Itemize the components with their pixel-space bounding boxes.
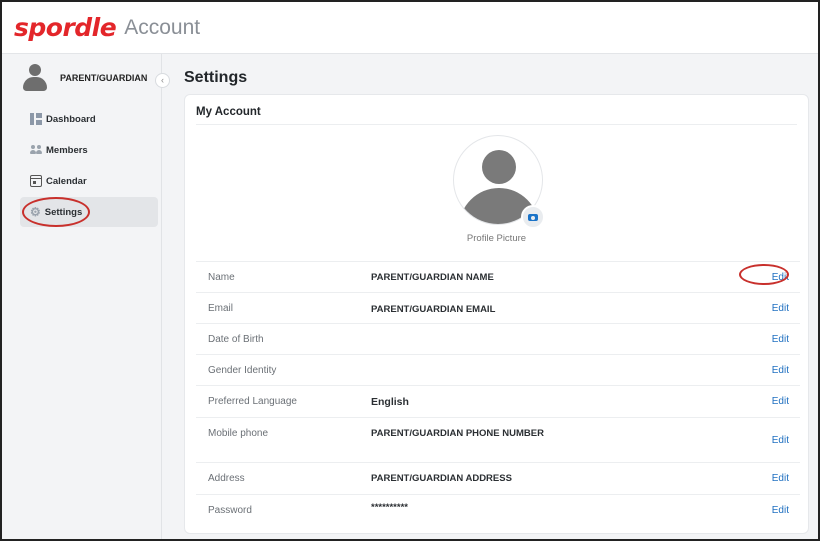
field-label: Name bbox=[208, 272, 235, 283]
field-label: Gender Identity bbox=[208, 365, 277, 376]
members-icon bbox=[30, 144, 42, 156]
field-row-address: Address PARENT/GUARDIAN ADDRESS Edit bbox=[196, 462, 800, 494]
divider bbox=[196, 124, 797, 125]
field-value: PARENT/GUARDIAN PHONE NUMBER bbox=[371, 428, 544, 439]
field-label: Password bbox=[208, 505, 252, 516]
field-value: PARENT/GUARDIAN EMAIL bbox=[371, 304, 496, 315]
change-photo-button[interactable] bbox=[521, 205, 545, 229]
dashboard-grid-icon bbox=[30, 113, 42, 125]
calendar-icon bbox=[30, 175, 42, 187]
sidebar-item-label: Calendar bbox=[46, 175, 87, 187]
edit-date-of-birth-link[interactable]: Edit bbox=[772, 334, 789, 345]
field-label: Address bbox=[208, 473, 245, 484]
user-name: PARENT/GUARDIAN bbox=[60, 73, 148, 83]
field-row-email: Email PARENT/GUARDIAN EMAIL Edit bbox=[196, 292, 800, 323]
field-label: Date of Birth bbox=[208, 334, 264, 345]
edit-preferred-language-link[interactable]: Edit bbox=[772, 396, 789, 407]
sidebar: PARENT/GUARDIAN Dashboard Members Calend… bbox=[2, 54, 162, 539]
page-title: Settings bbox=[184, 69, 248, 86]
field-label: Email bbox=[208, 303, 234, 314]
user-profile[interactable]: PARENT/GUARDIAN bbox=[22, 64, 147, 92]
field-row-name: Name PARENT/GUARDIAN NAME Edit bbox=[196, 261, 800, 292]
gear-icon: ⚙ bbox=[30, 205, 41, 219]
sidebar-item-settings[interactable]: ⚙ Settings bbox=[20, 197, 158, 227]
app-title: Account bbox=[124, 15, 201, 39]
collapse-sidebar-button[interactable]: ‹ bbox=[155, 73, 170, 88]
profile-picture-label: Profile Picture bbox=[466, 233, 527, 244]
camera-icon bbox=[528, 214, 538, 221]
app-window: spordle Account PARENT/GUARDIAN Dashboar… bbox=[0, 0, 820, 541]
sidebar-item-calendar[interactable]: Calendar bbox=[20, 166, 158, 196]
field-row-preferred-language: Preferred Language English Edit bbox=[196, 385, 800, 417]
edit-email-link[interactable]: Edit bbox=[772, 303, 789, 314]
my-account-card: My Account Profile Picture Name PARENT/G… bbox=[184, 94, 809, 534]
sidebar-item-members[interactable]: Members bbox=[20, 135, 158, 165]
sidebar-item-label: Members bbox=[46, 144, 88, 156]
field-row-mobile-phone: Mobile phone PARENT/GUARDIAN PHONE NUMBE… bbox=[196, 417, 800, 462]
sidebar-item-dashboard[interactable]: Dashboard bbox=[20, 104, 158, 134]
field-row-date-of-birth: Date of Birth Edit bbox=[196, 323, 800, 354]
edit-name-link[interactable]: Edit bbox=[772, 272, 789, 283]
edit-gender-identity-link[interactable]: Edit bbox=[772, 365, 789, 376]
top-bar: spordle Account bbox=[2, 2, 818, 54]
profile-avatar-icon bbox=[482, 150, 516, 184]
field-value: PARENT/GUARDIAN NAME bbox=[371, 272, 494, 283]
spordle-logo[interactable]: spordle bbox=[14, 13, 117, 42]
field-value: ********** bbox=[371, 502, 408, 513]
field-value: PARENT/GUARDIAN ADDRESS bbox=[371, 473, 512, 484]
field-row-password: Password ********** Edit bbox=[196, 494, 800, 527]
avatar-icon bbox=[22, 64, 48, 92]
card-title: My Account bbox=[196, 106, 261, 118]
sidebar-item-label: Dashboard bbox=[46, 113, 96, 125]
field-label: Preferred Language bbox=[208, 396, 297, 407]
field-label: Mobile phone bbox=[208, 428, 269, 439]
sidebar-nav: Dashboard Members Calendar ⚙ Settings bbox=[20, 104, 158, 228]
field-row-gender-identity: Gender Identity Edit bbox=[196, 354, 800, 385]
edit-password-link[interactable]: Edit bbox=[772, 505, 789, 516]
edit-mobile-phone-link[interactable]: Edit bbox=[772, 435, 789, 446]
sidebar-item-label: Settings bbox=[44, 206, 83, 218]
edit-address-link[interactable]: Edit bbox=[772, 473, 789, 484]
field-value: English bbox=[371, 396, 409, 408]
